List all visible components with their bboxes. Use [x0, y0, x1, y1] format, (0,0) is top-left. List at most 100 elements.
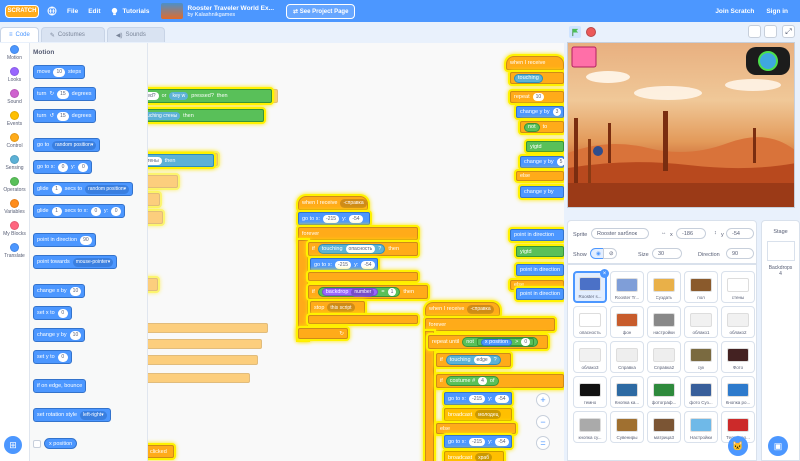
goto-xy-block-3[interactable]: go to x: -215 y: -54	[444, 392, 512, 405]
block-glide-xy[interactable]: glide 1 secs to x: 0 y: 0	[33, 204, 126, 218]
touching-walls-block[interactable]: touchingстеныthen	[148, 154, 214, 167]
change-y-block-1[interactable]: change y by 3	[516, 106, 564, 118]
sprite-tile[interactable]: Фото	[721, 341, 755, 373]
touching-edge-sensor[interactable]: touching edge?	[445, 355, 501, 365]
broadcast-msg-1[interactable]: молодец	[475, 410, 502, 419]
sprite-tile[interactable]: кнопка су...	[573, 411, 607, 443]
yigtd-block[interactable]: yigtd	[526, 141, 564, 152]
goto-y-1[interactable]: -54	[349, 214, 363, 223]
project-title[interactable]: Rooster Traveler World Ex...	[187, 5, 274, 12]
faded-block-9[interactable]	[148, 373, 250, 383]
costume-eq-operator[interactable]: costume #4 of	[445, 376, 499, 386]
zoom-reset-button[interactable]: =	[536, 436, 550, 450]
xpos-reporter[interactable]: x position	[480, 338, 513, 346]
walls-input[interactable]: стены	[148, 156, 162, 165]
block-change-x[interactable]: change x by 10	[33, 284, 86, 298]
not-operator[interactable]: not x position >0	[462, 337, 539, 347]
goto-xy-block-4[interactable]: go to x: -215 y: -54	[444, 435, 512, 448]
faded-block-7[interactable]	[148, 339, 262, 349]
tab-code[interactable]: ≡ Code	[0, 27, 39, 42]
size-input[interactable]: 30	[652, 248, 682, 259]
turn-right-input[interactable]: 15	[57, 89, 69, 99]
category-events[interactable]: Events	[0, 109, 29, 131]
block-rotation-style[interactable]: set rotation style left-right ▾	[33, 408, 111, 422]
sprite-tile[interactable]: Кнопка ка...	[610, 376, 644, 408]
sprite-tile[interactable]: Настройки	[684, 411, 718, 443]
delete-sprite-icon[interactable]: ×	[600, 269, 609, 278]
goto-x-4[interactable]: -215	[469, 437, 486, 446]
turn-left-input[interactable]: 15	[57, 111, 69, 121]
change-y-input[interactable]: 10	[69, 330, 82, 340]
gotoxy-x-input[interactable]: 0	[58, 162, 69, 172]
block-change-y[interactable]: change y by 10	[33, 328, 86, 342]
glidexy-secs-input[interactable]: 1	[51, 206, 62, 216]
block-turn-left[interactable]: turn ↺ 15 degrees	[33, 109, 96, 123]
scratch-logo[interactable]: SCRATCH	[5, 4, 39, 18]
rotation-dropdown[interactable]: left-right ▾	[80, 410, 107, 420]
block-goto[interactable]: go to random position ▾	[33, 138, 101, 152]
category-my-blocks[interactable]: My Blocks	[0, 219, 29, 241]
when-clicked-hat[interactable]: ⚑clicked	[148, 445, 174, 458]
tab-costumes[interactable]: ✎ Costumes	[40, 27, 105, 42]
block-turn-right[interactable]: turn ↻ 15 degrees	[33, 87, 96, 101]
goto-x-2[interactable]: -215	[335, 260, 352, 269]
stage-selector[interactable]: Stage Backdrops 4	[761, 220, 800, 461]
green-flag-button[interactable]	[569, 26, 581, 38]
x-input[interactable]: -186	[676, 228, 706, 239]
goto-dropdown[interactable]: random position ▾	[52, 140, 97, 150]
sprite-tile[interactable]: Сувениры	[610, 411, 644, 443]
stop-block[interactable]: stop this script	[310, 301, 365, 314]
sprite-tile[interactable]: Rooster Tr...	[610, 271, 644, 303]
y-input[interactable]: -54	[726, 228, 754, 239]
broadcast-msg-2[interactable]: храб	[475, 453, 493, 461]
glidexy-x-input[interactable]: 0	[90, 206, 101, 216]
eq-value[interactable]: 1	[387, 288, 397, 296]
change-y-val-1[interactable]: 3	[552, 108, 562, 116]
goto-y-4[interactable]: -54	[495, 437, 509, 446]
small-stage-button[interactable]	[748, 25, 761, 38]
direction-input[interactable]: 90	[726, 248, 754, 259]
gt-value[interactable]: 0	[521, 338, 531, 346]
globe-icon[interactable]	[47, 6, 57, 16]
goto-xy-block-2[interactable]: go to x: -215 y: -54	[310, 258, 378, 271]
large-stage-button[interactable]	[764, 25, 777, 38]
or-touching-condition[interactable]: ortouching стеныthen	[148, 109, 264, 122]
category-variables[interactable]: Variables	[0, 197, 29, 219]
sprite-name-input[interactable]: Rooster sarблок	[591, 228, 649, 239]
goto-y-2[interactable]: -54	[361, 260, 375, 269]
choose-sprite-button[interactable]: 🐱	[728, 436, 748, 456]
zoom-out-button[interactable]: −	[536, 415, 550, 429]
file-menu[interactable]: File	[67, 8, 78, 15]
faded-block-6[interactable]	[148, 323, 268, 333]
costume-arg[interactable]: 4	[478, 377, 487, 385]
sprite-tile[interactable]: Кнопка ро...	[721, 376, 755, 408]
category-translate[interactable]: Translate	[0, 241, 29, 263]
block-point-towards[interactable]: point towards mouse-pointer ▾	[33, 255, 118, 269]
backdrop-arg[interactable]: number	[351, 287, 375, 297]
stage-canvas[interactable]	[567, 42, 795, 208]
block-glide[interactable]: glide 1 secs to random position ▾	[33, 182, 134, 196]
change-y-block-2[interactable]: change y by 5	[520, 156, 564, 168]
edge-arg[interactable]: edge	[473, 356, 491, 364]
block-point-direction[interactable]: point in direction 90	[33, 233, 96, 247]
glide-dropdown[interactable]: random position ▾	[85, 184, 130, 194]
block-set-x[interactable]: set x to 0	[33, 306, 72, 320]
point-dir-input[interactable]: 90	[80, 235, 92, 245]
sprite-tile[interactable]: Rooster s... ×	[573, 269, 609, 303]
category-control[interactable]: Control	[0, 131, 29, 153]
faded-block-4[interactable]	[148, 211, 163, 224]
show-hidden-button[interactable]: ⊘	[603, 248, 617, 259]
faded-block-3[interactable]	[148, 193, 160, 206]
block-move[interactable]: move 10 steps	[33, 65, 86, 79]
forever-block-2[interactable]: forever	[425, 318, 555, 331]
broadcast-block-2[interactable]: broadcast храб	[444, 451, 504, 461]
stop-button[interactable]	[586, 27, 596, 37]
sprite-tile[interactable]: облако1	[684, 306, 718, 338]
key-or-condition[interactable]: pressed?orkey wpressed?then	[148, 89, 272, 103]
repeat-count[interactable]: 10	[532, 93, 545, 101]
touching-arg-1[interactable]: опасность	[345, 245, 376, 253]
add-extension-button[interactable]: ⊞	[4, 436, 22, 454]
goto-x-1[interactable]: -215	[323, 214, 340, 223]
touching-sensor-3[interactable]: touching	[514, 73, 543, 83]
point-direction-block-1[interactable]: point in direction	[510, 229, 564, 241]
